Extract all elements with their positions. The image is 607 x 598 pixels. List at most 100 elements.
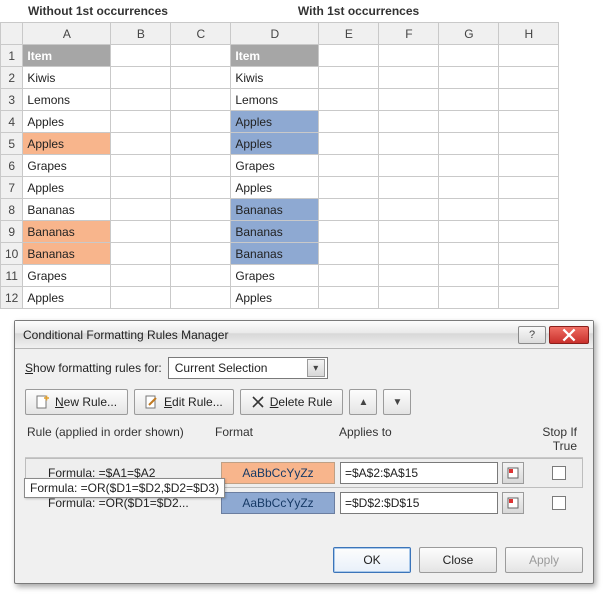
close-window-button[interactable]	[549, 326, 589, 344]
edit-rule-button[interactable]: Edit Rule...	[134, 389, 234, 415]
cell[interactable]: Grapes	[231, 155, 319, 177]
cell[interactable]	[379, 111, 439, 133]
cell[interactable]	[379, 133, 439, 155]
cell[interactable]	[319, 89, 379, 111]
cell[interactable]	[499, 265, 559, 287]
row-header[interactable]: 7	[1, 177, 23, 199]
cell[interactable]: Bananas	[231, 243, 319, 265]
cell[interactable]: Lemons	[231, 89, 319, 111]
cell[interactable]	[319, 133, 379, 155]
row-header[interactable]: 4	[1, 111, 23, 133]
cell[interactable]: Bananas	[23, 199, 111, 221]
cell[interactable]	[111, 111, 171, 133]
cell[interactable]: Apples	[231, 287, 319, 309]
cell[interactable]: Apples	[231, 133, 319, 155]
cell[interactable]	[439, 265, 499, 287]
cell[interactable]: Bananas	[231, 221, 319, 243]
chevron-down-icon[interactable]: ▾	[307, 359, 325, 377]
move-up-button[interactable]: ▲	[349, 389, 377, 415]
cell[interactable]	[379, 199, 439, 221]
cell[interactable]	[111, 133, 171, 155]
cell[interactable]: Grapes	[231, 265, 319, 287]
cell[interactable]	[439, 89, 499, 111]
cell[interactable]	[499, 287, 559, 309]
cell[interactable]	[111, 89, 171, 111]
col-header[interactable]: G	[439, 23, 499, 45]
col-header[interactable]: D	[231, 23, 319, 45]
cell[interactable]	[111, 199, 171, 221]
cell[interactable]	[171, 45, 231, 67]
cell[interactable]	[171, 67, 231, 89]
cell[interactable]	[379, 89, 439, 111]
cell[interactable]	[111, 221, 171, 243]
cell[interactable]	[171, 133, 231, 155]
cell[interactable]	[439, 199, 499, 221]
col-header[interactable]: H	[499, 23, 559, 45]
col-header[interactable]: B	[111, 23, 171, 45]
cell[interactable]	[499, 45, 559, 67]
cell[interactable]	[439, 45, 499, 67]
cell[interactable]	[379, 45, 439, 67]
row-header[interactable]: 12	[1, 287, 23, 309]
cell[interactable]	[171, 111, 231, 133]
cell[interactable]	[171, 265, 231, 287]
cell[interactable]	[171, 243, 231, 265]
cell[interactable]	[439, 243, 499, 265]
cell[interactable]	[439, 67, 499, 89]
cell[interactable]	[379, 221, 439, 243]
cell[interactable]	[171, 177, 231, 199]
row-header[interactable]: 3	[1, 89, 23, 111]
ok-button[interactable]: OK	[333, 547, 411, 573]
row-header[interactable]: 5	[1, 133, 23, 155]
cell[interactable]: Apples	[231, 111, 319, 133]
cell[interactable]	[171, 89, 231, 111]
cell[interactable]	[499, 111, 559, 133]
applies-to-input[interactable]: =$A$2:$A$15	[340, 462, 498, 484]
range-picker-button[interactable]	[502, 492, 524, 514]
cell[interactable]	[319, 199, 379, 221]
cell[interactable]	[499, 155, 559, 177]
cell[interactable]	[439, 221, 499, 243]
cell[interactable]	[499, 177, 559, 199]
range-picker-button[interactable]	[502, 462, 524, 484]
row-header[interactable]: 6	[1, 155, 23, 177]
cell[interactable]	[499, 89, 559, 111]
cell[interactable]	[499, 133, 559, 155]
cell[interactable]	[499, 67, 559, 89]
help-button[interactable]: ?	[518, 326, 546, 344]
cell[interactable]	[379, 265, 439, 287]
cell[interactable]: Apples	[23, 111, 111, 133]
cell[interactable]	[379, 177, 439, 199]
cell[interactable]: Apples	[23, 287, 111, 309]
col-header[interactable]: E	[319, 23, 379, 45]
cell[interactable]	[439, 177, 499, 199]
applies-to-input[interactable]: =$D$2:$D$15	[340, 492, 498, 514]
col-header[interactable]: A	[23, 23, 111, 45]
cell[interactable]	[319, 67, 379, 89]
cell[interactable]: Bananas	[231, 199, 319, 221]
cell[interactable]	[111, 45, 171, 67]
cell[interactable]	[379, 287, 439, 309]
cell[interactable]	[111, 177, 171, 199]
stop-if-true-checkbox[interactable]	[552, 496, 566, 510]
cell[interactable]: Item	[231, 45, 319, 67]
row-header[interactable]: 10	[1, 243, 23, 265]
cell[interactable]	[111, 67, 171, 89]
cell[interactable]	[439, 133, 499, 155]
cell[interactable]: Item	[23, 45, 111, 67]
cell[interactable]: Apples	[23, 177, 111, 199]
cell[interactable]	[439, 155, 499, 177]
cell[interactable]: Apples	[23, 133, 111, 155]
showfor-combobox[interactable]: Current Selection ▾	[168, 357, 328, 379]
apply-button[interactable]: Apply	[505, 547, 583, 573]
new-rule-button[interactable]: New Rule...	[25, 389, 128, 415]
cell[interactable]	[379, 155, 439, 177]
row-header[interactable]: 11	[1, 265, 23, 287]
row-header[interactable]: 1	[1, 45, 23, 67]
cell[interactable]	[319, 177, 379, 199]
cell[interactable]: Bananas	[23, 221, 111, 243]
cell[interactable]	[319, 265, 379, 287]
cell[interactable]: Grapes	[23, 155, 111, 177]
cell[interactable]: Kiwis	[231, 67, 319, 89]
select-all-corner[interactable]	[1, 23, 23, 45]
